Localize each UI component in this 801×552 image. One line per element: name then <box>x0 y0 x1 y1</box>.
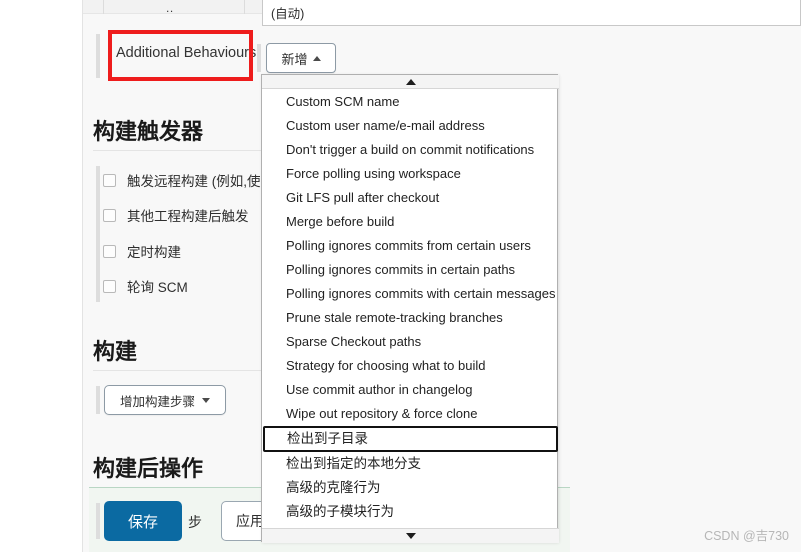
top-strip-divider <box>103 0 104 14</box>
checkbox-label: 触发远程构建 (例如,使 <box>127 174 261 189</box>
auto-value-input[interactable]: (自动) <box>262 0 801 26</box>
checkbox-remote-build[interactable] <box>103 173 116 187</box>
dropdown-item-list: Custom SCM name Custom user name/e-mail a… <box>262 90 559 528</box>
triangle-up-icon <box>405 78 416 85</box>
checkbox-row-poll-scm[interactable]: 轮询 SCM <box>103 275 188 297</box>
dropdown-item[interactable]: Polling ignores commits with certain mes… <box>262 282 559 306</box>
dropdown-item[interactable]: Wipe out repository & force clone <box>262 402 559 426</box>
triangle-down-icon <box>405 533 416 539</box>
page-left-border <box>82 0 83 552</box>
checkbox-label: 其他工程构建后触发 <box>127 209 249 224</box>
dropdown-item[interactable]: Custom user name/e-mail address <box>262 114 559 138</box>
row-rail <box>96 34 100 78</box>
top-strip-divider <box>244 0 245 14</box>
dropdown-scroll-down[interactable] <box>262 528 559 543</box>
checkbox-row-after-other-projects[interactable]: 其他工程构建后触发 <box>103 204 249 226</box>
dropdown-item[interactable]: Polling ignores commits from certain use… <box>262 234 559 258</box>
behaviour-dropdown-menu[interactable]: Custom SCM name Custom user name/e-mail a… <box>261 74 559 543</box>
screenshot-root: .. (自动) Additional Behaviours 新增 构建触发器 触… <box>0 0 801 552</box>
checkbox-row-scheduled-build[interactable]: 定时构建 <box>103 240 181 262</box>
additional-behaviours-label: Additional Behaviours <box>116 45 257 61</box>
button-rail <box>96 503 100 539</box>
dropdown-item[interactable]: Merge before build <box>262 210 559 234</box>
add-behaviour-button[interactable]: 新增 <box>266 43 336 73</box>
dropdown-item-selected[interactable]: 检出到子目录 <box>263 426 558 452</box>
dropdown-item[interactable]: Prune stale remote-tracking branches <box>262 306 559 330</box>
chevron-down-icon <box>202 397 210 403</box>
dropdown-scroll-up[interactable] <box>262 75 559 89</box>
add-build-step-button[interactable]: 增加构建步骤 <box>104 385 226 415</box>
button-rail <box>257 44 261 72</box>
checkbox-group-rail <box>96 166 100 302</box>
checkbox-after-other-projects[interactable] <box>103 208 116 222</box>
dropdown-item[interactable]: 检出到指定的本地分支 <box>262 452 559 476</box>
section-heading-post-build: 构建后操作 <box>93 456 204 481</box>
checkbox-label: 定时构建 <box>127 245 181 260</box>
button-rail <box>96 386 100 414</box>
truncated-label-fragment: .. <box>166 1 174 15</box>
section-heading-build-triggers: 构建触发器 <box>93 119 204 144</box>
dropdown-item[interactable]: Force polling using workspace <box>262 162 559 186</box>
save-button[interactable]: 保存 <box>104 501 182 541</box>
dropdown-item[interactable]: Git LFS pull after checkout <box>262 186 559 210</box>
checkbox-scheduled-build[interactable] <box>103 244 116 258</box>
watermark: CSDN @吉730 <box>704 529 789 543</box>
checkbox-label: 轮询 SCM <box>127 280 188 295</box>
checkbox-row-remote-build[interactable]: 触发远程构建 (例如,使 <box>103 169 261 191</box>
add-behaviour-label: 新增 <box>281 51 308 67</box>
chevron-up-icon <box>312 55 321 61</box>
add-build-step-label: 增加构建步骤 <box>119 394 195 409</box>
dropdown-item[interactable]: 高级的克隆行为 <box>262 476 559 500</box>
dropdown-item[interactable]: Strategy for choosing what to build <box>262 354 559 378</box>
secondary-glyph: 步 <box>188 514 202 530</box>
section-heading-build: 构建 <box>93 339 138 364</box>
dropdown-item[interactable]: 高级的子模块行为 <box>262 500 559 524</box>
checkbox-poll-scm[interactable] <box>103 279 116 293</box>
dropdown-item[interactable]: Don't trigger a build on commit notifica… <box>262 138 559 162</box>
dropdown-item[interactable]: Polling ignores commits in certain paths <box>262 258 559 282</box>
dropdown-item[interactable]: Custom SCM name <box>262 90 559 114</box>
dropdown-item[interactable]: Use commit author in changelog <box>262 378 559 402</box>
dropdown-item[interactable]: Sparse Checkout paths <box>262 330 559 354</box>
